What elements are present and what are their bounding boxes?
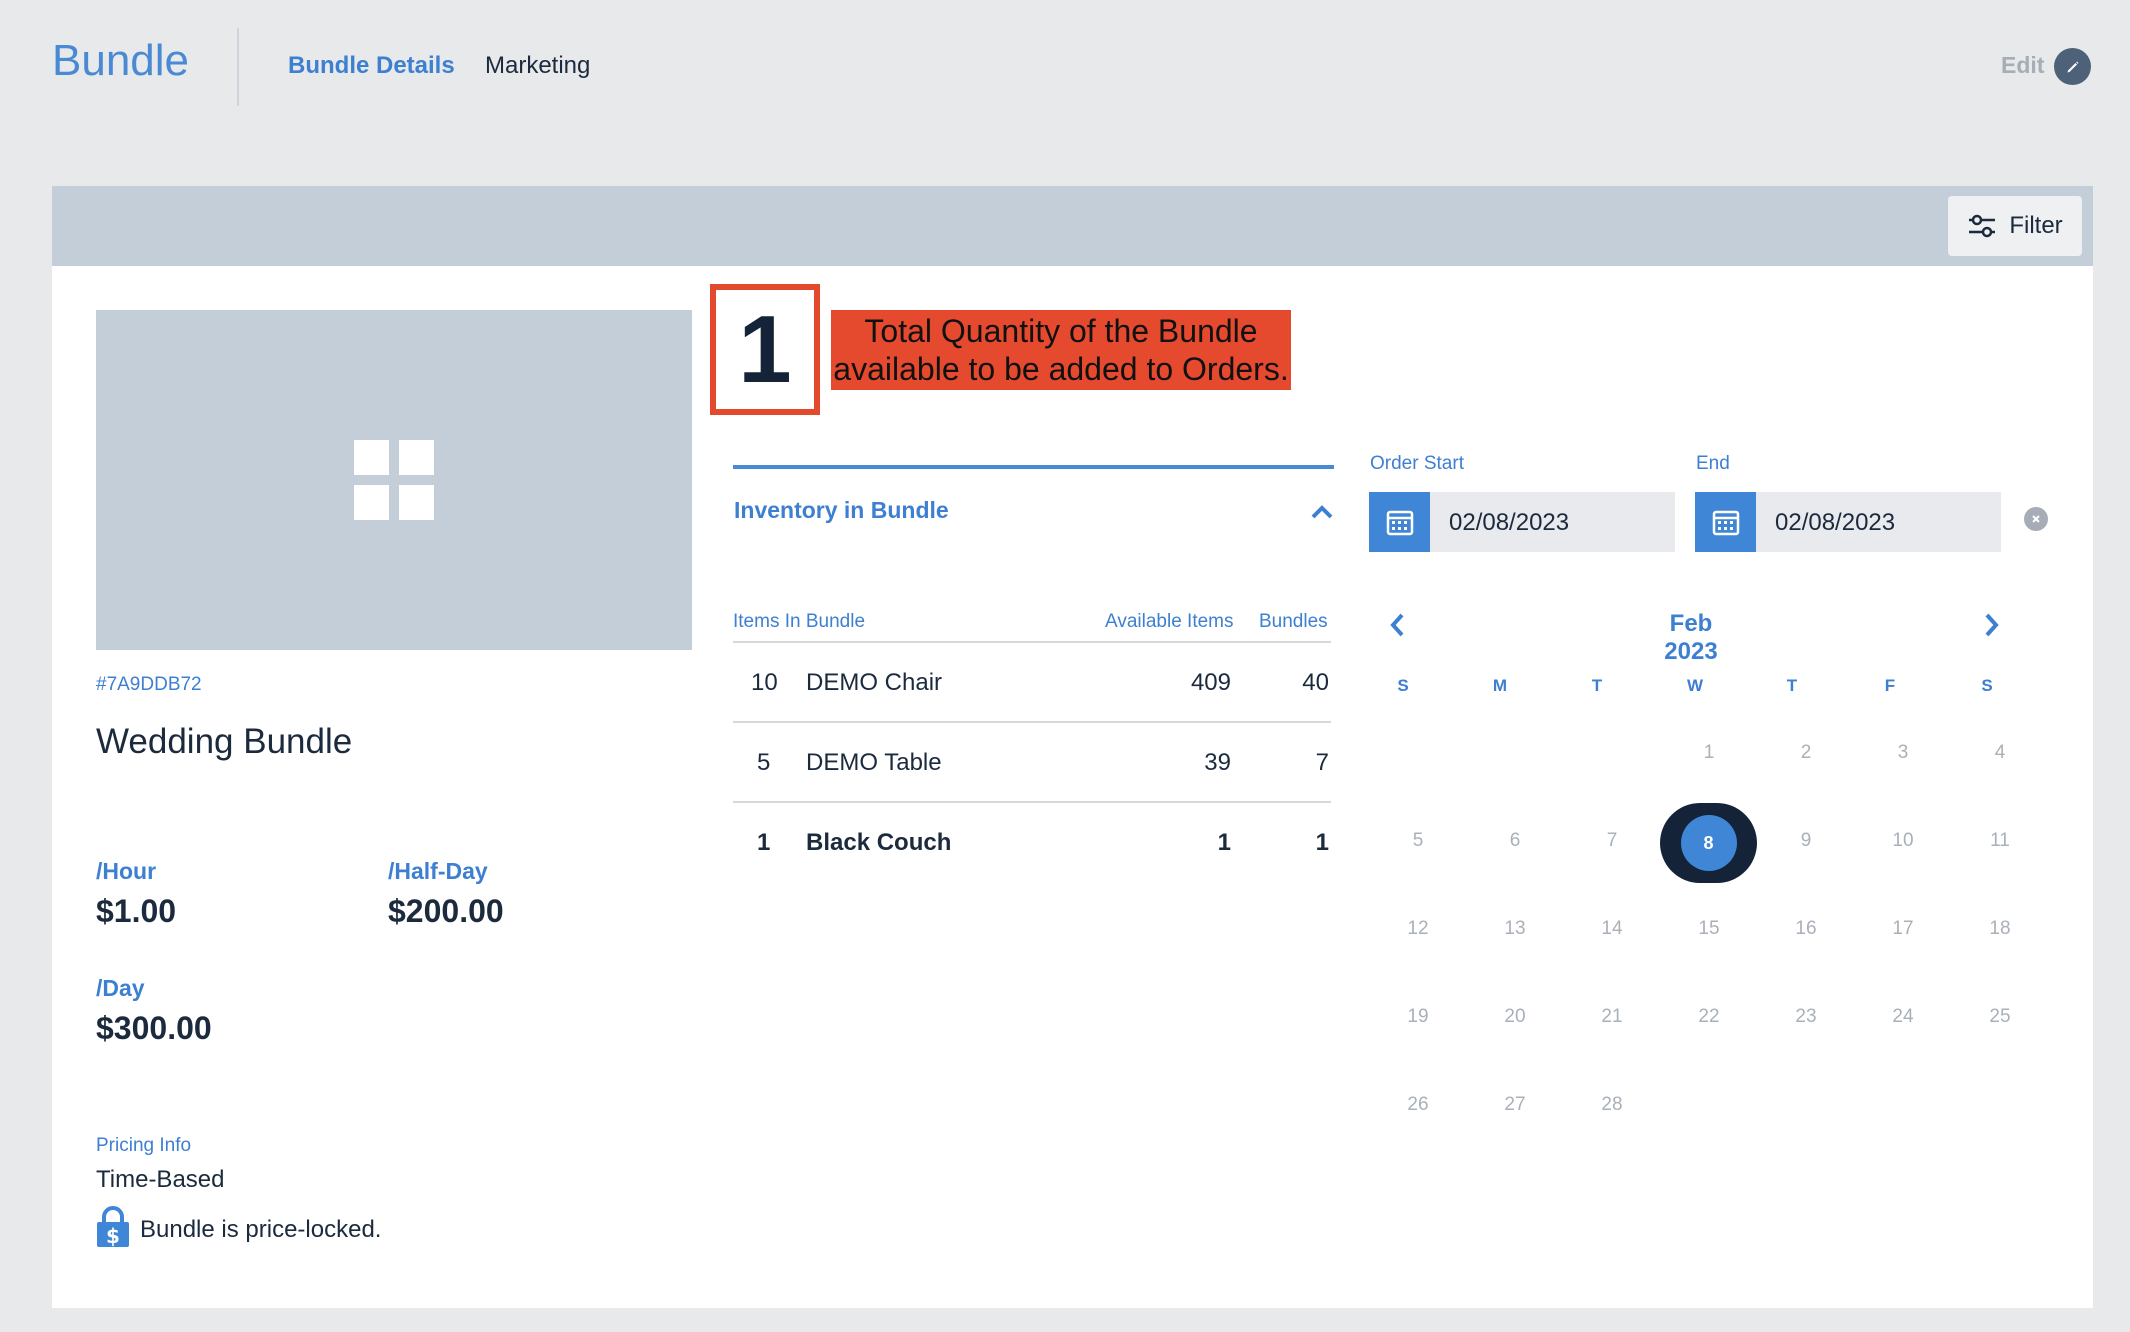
pencil-icon	[2067, 61, 2078, 72]
col-bundles: Bundles	[1259, 611, 1328, 632]
calendar-day[interactable]: 9	[1776, 830, 1836, 852]
calendar-day[interactable]: 22	[1679, 1006, 1739, 1028]
row-bundles: 1	[1315, 829, 1329, 856]
weekday-label: F	[1884, 676, 1896, 695]
order-start-field[interactable]: 02/08/2023	[1369, 492, 1675, 552]
calendar-day[interactable]: 6	[1485, 830, 1545, 852]
callout-line-2: available to be added to Orders.	[833, 351, 1289, 387]
page-brand-title: Bundle	[52, 36, 190, 85]
weekday-label: W	[1686, 676, 1704, 695]
bundle-name: Wedding Bundle	[96, 722, 353, 761]
col-available-items: Available Items	[1105, 611, 1234, 632]
calendar-day[interactable]: 24	[1873, 1006, 1933, 1028]
callout-line-1: Total Quantity of the Bundle	[864, 313, 1258, 349]
calendar-selected-day[interactable]: 8	[1660, 803, 1757, 883]
quantity-callout: Total Quantity of the Bundle available t…	[831, 310, 1291, 390]
filter-label: Filter	[2009, 212, 2063, 239]
calendar-day[interactable]: 27	[1485, 1094, 1545, 1116]
calendar-day[interactable]: 15	[1679, 918, 1739, 940]
calendar-day[interactable]: 12	[1388, 918, 1448, 940]
order-end-label: End	[1696, 453, 1730, 474]
calendar-day[interactable]: 21	[1582, 1006, 1642, 1028]
calendar-day[interactable]: 11	[1970, 830, 2030, 852]
price-hour-value: $1.00	[96, 893, 177, 929]
sliders-icon	[1969, 214, 1996, 238]
pricing-info-label: Pricing Info	[96, 1135, 192, 1156]
calendar-day[interactable]: 10	[1873, 830, 1933, 852]
row-qty: 1	[757, 829, 771, 856]
table-row: 10 DEMO Chair 409 40	[733, 641, 1331, 721]
row-qty: 10	[751, 669, 778, 696]
bundle-quantity: 1	[710, 284, 820, 415]
order-start-value: 02/08/2023	[1449, 509, 1570, 536]
row-available: 409	[1190, 669, 1231, 696]
price-lock-icon: $	[96, 1206, 130, 1253]
table-row: 5 DEMO Table 39 7	[733, 721, 1331, 801]
col-items-in-bundle: Items In Bundle	[733, 611, 866, 632]
table-row: 1 Black Couch 1 1	[733, 801, 1331, 881]
filter-button[interactable]: Filter	[1948, 196, 2082, 256]
calendar-month-title: Feb 2023	[1664, 610, 1718, 665]
price-day-value: $300.00	[96, 1010, 212, 1046]
calendar-day[interactable]: 16	[1776, 918, 1836, 940]
tab-marketing[interactable]: Marketing	[485, 52, 590, 80]
chevron-up-icon[interactable]	[1310, 504, 1334, 525]
edit-label[interactable]: Edit	[2001, 52, 2044, 79]
price-half-day-label: /Half-Day	[388, 858, 488, 884]
calendar-day[interactable]: 14	[1582, 918, 1642, 940]
chevron-right-icon[interactable]	[1983, 612, 2001, 643]
price-hour-label: /Hour	[96, 858, 157, 884]
weekday-label: S	[1981, 676, 1993, 695]
weekday-label: M	[1492, 676, 1508, 695]
bundle-sku: #7A9DDB72	[96, 674, 202, 695]
row-bundles: 40	[1302, 669, 1329, 696]
tab-bundle-details[interactable]: Bundle Details	[288, 52, 455, 80]
edit-button[interactable]	[2054, 48, 2091, 85]
calendar-day[interactable]: 19	[1388, 1006, 1448, 1028]
order-end-field[interactable]: 02/08/2023	[1695, 492, 2001, 552]
order-start-label: Order Start	[1370, 453, 1464, 474]
calendar-day[interactable]: 26	[1388, 1094, 1448, 1116]
price-day-label: /Day	[96, 975, 145, 1001]
clear-dates-icon[interactable]	[2024, 507, 2048, 531]
calendar-day[interactable]: 2	[1776, 742, 1836, 764]
calendar-day[interactable]: 13	[1485, 918, 1545, 940]
weekday-label: T	[1786, 676, 1798, 695]
calendar-day[interactable]: 4	[1970, 742, 2030, 764]
calendar-day[interactable]: 17	[1873, 918, 1933, 940]
row-item-name: DEMO Chair	[806, 669, 943, 696]
calendar-day[interactable]: 1	[1679, 742, 1739, 764]
row-available: 1	[1217, 829, 1231, 856]
calendar-day[interactable]: 28	[1582, 1094, 1642, 1116]
calendar-day[interactable]: 18	[1970, 918, 2030, 940]
inventory-top-rule	[733, 465, 1334, 469]
svg-text:$: $	[106, 1224, 120, 1248]
calendar-icon[interactable]	[1695, 492, 1756, 552]
pricing-info-value: Time-Based	[96, 1166, 225, 1193]
row-available: 39	[1204, 749, 1231, 776]
calendar-day[interactable]: 20	[1485, 1006, 1545, 1028]
row-bundles: 7	[1315, 749, 1329, 776]
bundle-image-placeholder	[96, 310, 692, 650]
calendar-day[interactable]: 23	[1776, 1006, 1836, 1028]
calendar-day[interactable]: 3	[1873, 742, 1933, 764]
price-half-day-value: $200.00	[388, 893, 504, 929]
calendar-icon[interactable]	[1369, 492, 1430, 552]
inventory-title[interactable]: Inventory in Bundle	[734, 497, 949, 524]
calendar-day[interactable]: 25	[1970, 1006, 2030, 1028]
chevron-left-icon[interactable]	[1388, 612, 1406, 643]
row-item-name: Black Couch	[806, 829, 952, 856]
weekday-label: T	[1591, 676, 1603, 695]
calendar-day[interactable]: 5	[1388, 830, 1448, 852]
row-qty: 5	[757, 749, 771, 776]
card-header-bar	[52, 186, 2093, 266]
order-end-value: 02/08/2023	[1775, 509, 1896, 536]
header-divider	[237, 28, 239, 106]
calendar-day[interactable]: 7	[1582, 830, 1642, 852]
selected-day-number: 8	[1680, 815, 1737, 871]
row-item-name: DEMO Table	[806, 749, 942, 776]
price-lock-text: Bundle is price-locked.	[140, 1216, 382, 1243]
weekday-label: S	[1397, 676, 1409, 695]
